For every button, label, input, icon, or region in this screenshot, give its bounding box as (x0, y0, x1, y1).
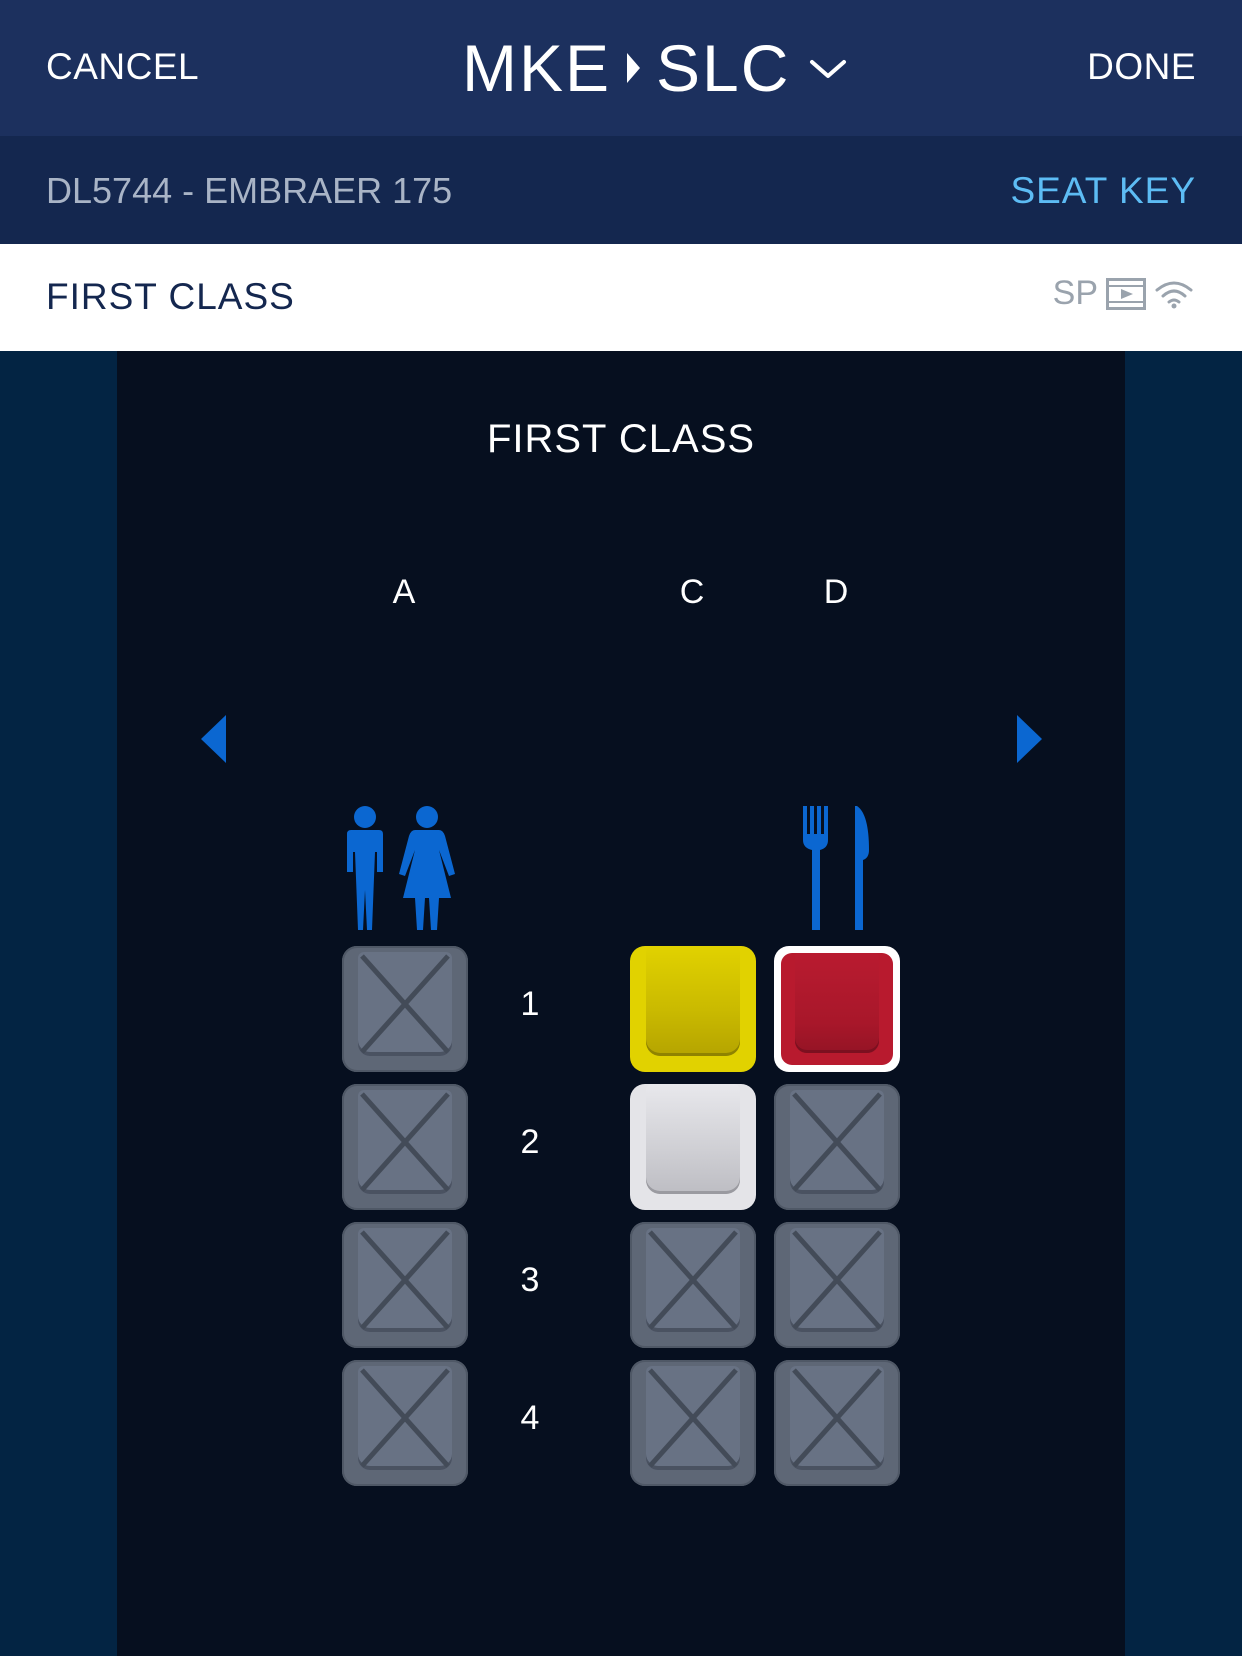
scroll-right-arrow-icon[interactable] (1017, 715, 1042, 763)
seat-2d (774, 1084, 900, 1210)
seat-1d[interactable] (774, 946, 900, 1072)
column-label-a: A (392, 573, 416, 611)
top-bar: CANCEL MKE SLC DONE (0, 0, 1242, 136)
wifi-icon (1155, 281, 1193, 308)
seat-4a (342, 1360, 468, 1486)
lavatory-icon (347, 806, 455, 930)
cancel-button[interactable]: CANCEL (46, 46, 199, 88)
scroll-left-arrow-icon[interactable] (201, 715, 226, 763)
done-button[interactable]: DONE (1087, 46, 1196, 88)
cabin-label: FIRST CLASS (46, 276, 295, 317)
flight-info-bar: DL5744 - EMBRAER 175 SEAT KEY (0, 136, 1242, 244)
row-number-3: 3 (520, 1261, 540, 1299)
row-number-1: 1 (520, 985, 540, 1023)
video-icon (1106, 277, 1146, 310)
seat-3a (342, 1222, 468, 1348)
row-number-2: 2 (520, 1123, 540, 1161)
seat-4d (774, 1360, 900, 1486)
amenity-sp: SP (1052, 274, 1098, 312)
chevron-down-icon[interactable] (808, 56, 848, 82)
cabin-title: FIRST CLASS (486, 417, 756, 461)
seat-4c (630, 1360, 756, 1486)
route-title[interactable]: MKE SLC (462, 30, 790, 106)
row-number-4: 4 (520, 1399, 540, 1437)
route-arrow-icon (627, 53, 641, 83)
flight-info: DL5744 - EMBRAER 175 (46, 170, 453, 211)
column-label-d: D (823, 573, 849, 611)
seat-3c (630, 1222, 756, 1348)
seat-3d (774, 1222, 900, 1348)
seat-map: FIRST CLASS A C D 1 2 3 4 (117, 351, 1125, 1656)
cabin-bar[interactable]: FIRST CLASS SP (0, 244, 1242, 351)
amenities: SP (1053, 274, 1194, 313)
seat-1c[interactable] (630, 946, 756, 1072)
origin-code: MKE (462, 31, 612, 105)
seat-2c[interactable] (630, 1084, 756, 1210)
seat-key-link[interactable]: SEAT KEY (1010, 170, 1196, 212)
destination-code: SLC (656, 31, 791, 105)
seat-1a (342, 946, 468, 1072)
column-label-c: C (679, 573, 705, 611)
seat-2a (342, 1084, 468, 1210)
galley-icon (803, 806, 869, 930)
